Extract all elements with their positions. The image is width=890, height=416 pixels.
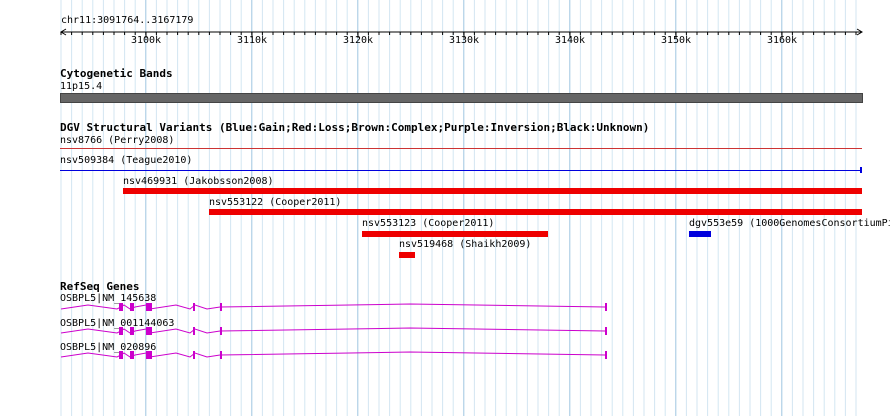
ruler-tick-label: 3100k — [131, 35, 161, 46]
dgv-feature-bar[interactable] — [209, 209, 862, 215]
dgv-feature-bar[interactable] — [399, 252, 415, 258]
cytoband-bar[interactable] — [60, 93, 863, 103]
transcript-exon — [146, 351, 148, 359]
ruler-tick-label: 3160k — [767, 35, 797, 46]
transcript-exon — [148, 303, 150, 311]
refseq-track-title: RefSeq Genes — [60, 280, 140, 293]
dgv-feature-label: nsv553122 (Cooper2011) — [209, 197, 342, 208]
dgv-feature-label: nsv519468 (Shaikh2009) — [399, 239, 532, 250]
transcript-exon — [150, 327, 152, 335]
dgv-feature-bar[interactable] — [689, 231, 711, 237]
dgv-feature-label: nsv469931 (Jakobsson2008) — [123, 176, 274, 187]
transcript-exon — [148, 327, 150, 335]
dgv-track-title: DGV Structural Variants (Blue:Gain;Red:L… — [60, 121, 650, 134]
transcript-exon — [193, 351, 195, 359]
transcript-exon — [119, 327, 121, 335]
dgv-feature-line[interactable] — [60, 148, 862, 149]
dgv-feature-label: nsv553123 (Cooper2011) — [362, 218, 495, 229]
transcript-exon — [220, 327, 222, 335]
transcript-intron-line — [60, 327, 606, 334]
ruler-tick-label: 3110k — [237, 35, 267, 46]
transcript-exon — [121, 351, 123, 359]
ruler-tick-label: 3120k — [343, 35, 373, 46]
transcript-exon — [220, 351, 222, 359]
transcript-exon — [132, 303, 134, 311]
dgv-feature-label: dgv553e59 (1000GenomesConsortiumPi — [689, 218, 890, 229]
transcript-exon — [146, 327, 148, 335]
transcript-exon — [130, 351, 132, 359]
ruler-tick-label: 3140k — [555, 35, 585, 46]
refseq-gene-models[interactable] — [0, 296, 890, 376]
transcript-exon — [148, 351, 150, 359]
transcript-exon — [605, 303, 607, 311]
transcript-exon — [130, 303, 132, 311]
transcript-exon — [119, 351, 121, 359]
transcript-exon — [132, 327, 134, 335]
cytoband-track-title: Cytogenetic Bands — [60, 67, 173, 80]
dgv-feature-line[interactable] — [60, 170, 862, 171]
transcript-exon — [121, 327, 123, 335]
transcript-intron-line — [60, 303, 606, 310]
dgv-feature-bar[interactable] — [123, 188, 862, 194]
transcript-exon — [605, 351, 607, 359]
transcript-exon — [130, 327, 132, 335]
transcript-exon — [193, 303, 195, 311]
dgv-feature-bar[interactable] — [362, 231, 548, 237]
transcript-exon — [150, 303, 152, 311]
ruler-tick-label: 3130k — [449, 35, 479, 46]
cytoband-label: 11p15.4 — [60, 81, 103, 92]
transcript-exon — [132, 351, 134, 359]
transcript-exon — [193, 327, 195, 335]
dgv-feature-label: nsv8766 (Perry2008) — [60, 135, 175, 146]
transcript-exon — [146, 303, 148, 311]
transcript-exon — [119, 303, 121, 311]
transcript-exon — [150, 351, 152, 359]
transcript-exon — [605, 327, 607, 335]
transcript-exon — [121, 303, 123, 311]
dgv-feature-endcap — [860, 167, 862, 173]
ruler-tick-label: 3150k — [661, 35, 691, 46]
transcript-exon — [220, 303, 222, 311]
genome-browser-view: chr11:3091764..3167179 3100k 3110k 3120k 31… — [0, 0, 890, 416]
dgv-feature-label: nsv509384 (Teague2010) — [60, 155, 193, 166]
transcript-intron-line — [60, 351, 606, 358]
